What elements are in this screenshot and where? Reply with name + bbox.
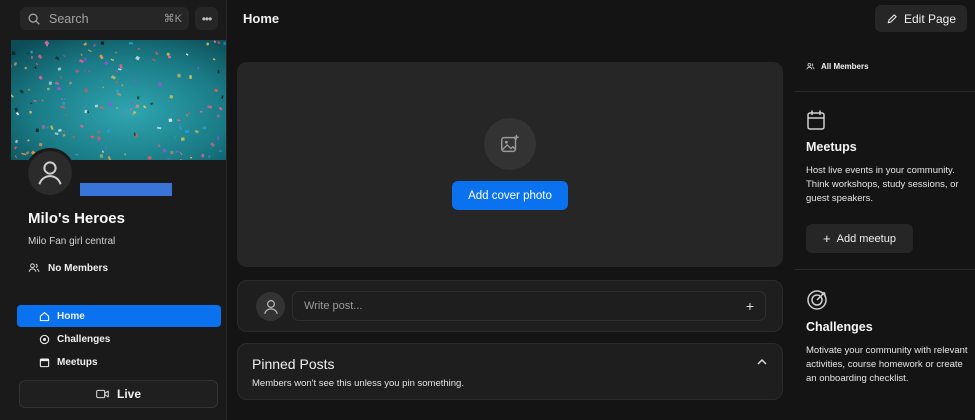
live-label: Live: [116, 387, 141, 401]
edit-page-button[interactable]: Edit Page: [875, 5, 967, 32]
plus-icon[interactable]: +: [746, 298, 754, 314]
image-add-icon: [501, 134, 519, 153]
members-count[interactable]: No Members: [28, 262, 108, 274]
all-members-link[interactable]: All Members: [806, 62, 869, 71]
users-icon: [806, 63, 815, 70]
all-members-label: All Members: [821, 62, 869, 71]
group-description: Milo Fan girl central: [28, 236, 116, 247]
pencil-icon: [887, 13, 897, 23]
members-label: No Members: [48, 262, 109, 274]
more-options-button[interactable]: •••: [195, 7, 218, 30]
write-post-card: Write post... +: [237, 280, 783, 332]
user-icon: [38, 161, 62, 185]
challenges-description: Motivate your community with relevant ac…: [806, 345, 968, 384]
write-post-input[interactable]: Write post... +: [292, 291, 766, 321]
group-cover-image: [11, 40, 226, 160]
users-icon: [28, 263, 40, 272]
sidebar-item-challenges[interactable]: Challenges: [17, 328, 221, 350]
search-placeholder: Search: [49, 11, 89, 26]
cover-photo-card: Add cover photo: [237, 62, 783, 267]
add-cover-photo-button[interactable]: Add cover photo: [452, 181, 568, 210]
pinned-posts-card: Pinned Posts Members won't see this unle…: [237, 343, 783, 400]
group-avatar[interactable]: [25, 148, 75, 198]
challenges-title: Challenges: [806, 320, 873, 334]
sidebar-item-label: Challenges: [57, 333, 111, 345]
write-post-placeholder: Write post...: [304, 300, 363, 312]
divider: [795, 269, 975, 270]
video-icon: [96, 389, 109, 399]
add-meetup-button[interactable]: + Add meetup: [806, 224, 913, 253]
group-name: Milo's Heroes: [28, 210, 125, 227]
search-icon: [28, 13, 40, 25]
sidebar-item-label: Meetups: [57, 356, 98, 368]
challenge-icon: [39, 334, 50, 344]
target-icon: [807, 290, 827, 310]
top-header: Home Edit Page: [228, 0, 975, 40]
right-panel: All Members Meetups Host live events in …: [795, 40, 975, 420]
avatar: [256, 292, 285, 321]
plus-icon: +: [823, 231, 831, 246]
pinned-posts-title: Pinned Posts: [252, 356, 335, 372]
meetups-description: Host live events in your community. Thin…: [806, 165, 959, 204]
meetups-title: Meetups: [806, 140, 857, 154]
home-icon: [39, 311, 50, 321]
pinned-posts-subtitle: Members won't see this unless you pin so…: [252, 378, 464, 389]
live-button[interactable]: Live: [19, 380, 218, 408]
image-placeholder: [484, 118, 536, 170]
search-shortcut: ⌘K: [163, 13, 182, 25]
divider: [795, 91, 975, 92]
redacted-bar: [80, 183, 172, 196]
add-meetup-label: Add meetup: [836, 232, 896, 245]
user-icon: [263, 299, 278, 314]
sidebar-item-meetups[interactable]: Meetups: [17, 351, 221, 373]
ellipsis-icon: •••: [201, 11, 213, 26]
edit-page-label: Edit Page: [903, 11, 957, 26]
sidebar: Search ⌘K ••• Milo's Heroes Milo Fan gir…: [0, 0, 227, 420]
page-title: Home: [243, 11, 280, 26]
calendar-icon: [39, 358, 50, 367]
search-input[interactable]: Search ⌘K: [20, 7, 189, 30]
sidebar-item-home[interactable]: Home: [17, 305, 221, 327]
sidebar-item-label: Home: [57, 310, 85, 322]
calendar-icon: [807, 110, 825, 130]
chevron-up-icon[interactable]: [756, 358, 768, 366]
sidebar-nav: Home Challenges Meetups: [17, 305, 221, 374]
